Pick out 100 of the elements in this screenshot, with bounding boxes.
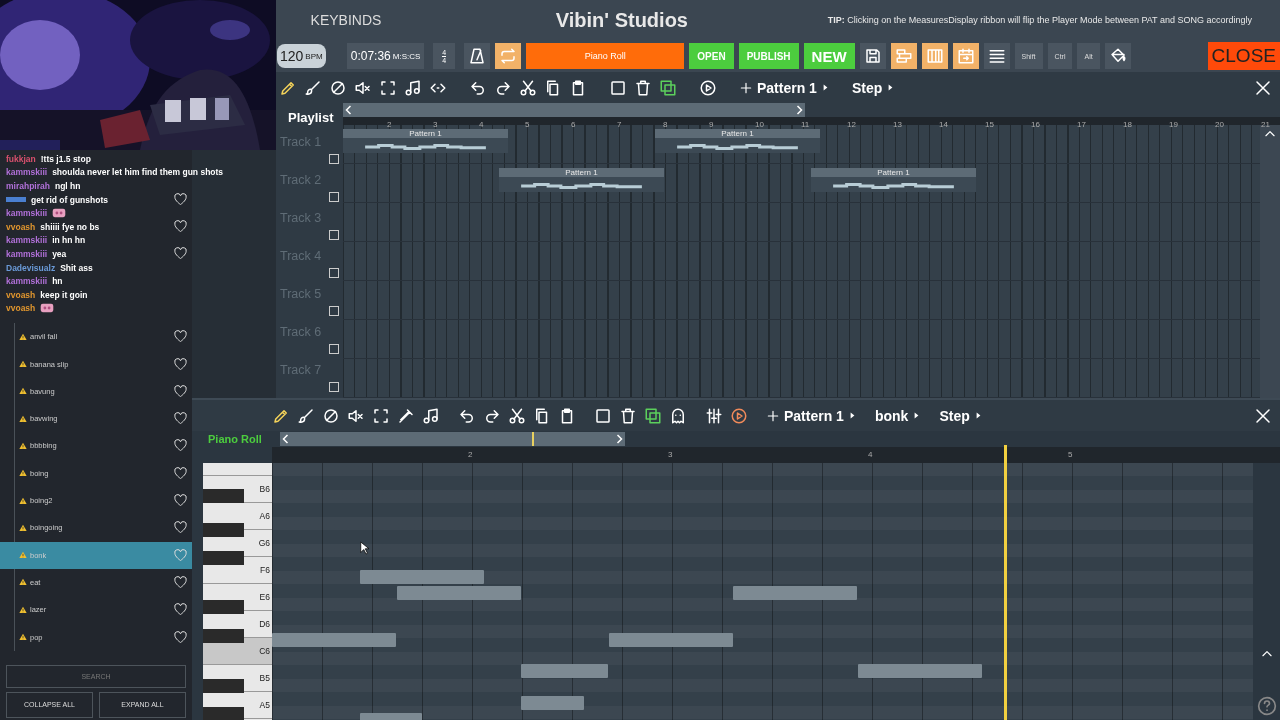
heart-icon[interactable]: [173, 629, 188, 645]
track-checkbox[interactable]: [329, 154, 339, 164]
track-checkbox[interactable]: [329, 192, 339, 202]
bar-number: 7: [617, 120, 622, 129]
trash-icon[interactable]: [619, 406, 637, 425]
heart-icon[interactable]: [173, 383, 188, 399]
track-checkbox[interactable]: [329, 382, 339, 392]
warning-icon: [19, 360, 27, 369]
music-note-icon[interactable]: [422, 406, 440, 425]
track-checkbox[interactable]: [329, 268, 339, 278]
instrument-selector[interactable]: bonk: [874, 407, 922, 424]
piano-key[interactable]: F6: [245, 557, 272, 583]
heart-icon[interactable]: [173, 574, 188, 590]
warning-icon: [19, 605, 27, 614]
bar-number: 19: [1169, 120, 1178, 129]
play-icon[interactable]: [730, 406, 748, 425]
horizontal-scrollbar[interactable]: [280, 432, 625, 446]
metronome-button[interactable]: [464, 43, 491, 69]
bucket-button[interactable]: [1104, 43, 1131, 69]
heart-icon[interactable]: [173, 520, 188, 536]
scissors-icon[interactable]: [508, 406, 526, 425]
chat-username: Dadevisualz: [6, 262, 56, 273]
warning-icon: [19, 332, 27, 341]
bar-number: 13: [893, 120, 902, 129]
close-button[interactable]: CLOSE: [1207, 42, 1280, 70]
chat-message: in hn hn: [52, 235, 86, 246]
bar-number: 14: [939, 120, 948, 129]
selection-icon[interactable]: [372, 406, 390, 425]
brush-icon[interactable]: [297, 406, 315, 425]
play-icon[interactable]: [699, 78, 717, 97]
save-button[interactable]: [859, 43, 886, 69]
chat-username: mirahpirah: [6, 181, 50, 191]
eyedropper-icon[interactable]: [397, 406, 415, 425]
warning-icon: [19, 469, 27, 478]
ghost-icon[interactable]: [669, 406, 687, 425]
chat-username: kammskiii: [6, 248, 48, 259]
bar-number: 2: [387, 120, 392, 129]
bar-number: 11: [801, 120, 810, 129]
heart-icon[interactable]: [173, 356, 188, 372]
mode-selector[interactable]: Step: [851, 79, 896, 96]
pattern-block[interactable]: Pattern 1: [655, 129, 820, 153]
tip-text: TIP: Clicking on the MeasuresDisplay ribbon will flip the Player Mode between PAT and SONG accordingly: [827, 15, 1253, 25]
pattern-selector[interactable]: Pattern 1: [766, 407, 857, 424]
close-icon[interactable]: [1254, 78, 1272, 97]
piano-key[interactable]: B6: [245, 476, 272, 502]
pattern-selector[interactable]: Pattern 1: [739, 79, 830, 96]
pattern-block[interactable]: Pattern 1: [343, 129, 508, 153]
heart-icon[interactable]: [173, 246, 188, 262]
prohibited-icon[interactable]: [329, 78, 347, 97]
track-checkbox[interactable]: [329, 230, 339, 240]
plus-icon: [739, 80, 753, 95]
piano-key[interactable]: G6: [245, 530, 272, 556]
horizontal-scrollbar[interactable]: [343, 103, 805, 117]
trash-icon[interactable]: [634, 78, 652, 97]
warning-icon: [19, 578, 27, 587]
piano-key[interactable]: B5: [245, 665, 272, 691]
pattern-block[interactable]: Pattern 1: [811, 168, 976, 192]
list-button[interactable]: [983, 43, 1010, 69]
heart-icon[interactable]: [173, 411, 188, 427]
square-icon[interactable]: [594, 406, 612, 425]
pattern-block[interactable]: Pattern 1: [499, 168, 664, 192]
tracks-button[interactable]: [890, 43, 917, 69]
piano-key[interactable]: A6: [245, 503, 272, 529]
track-checkbox[interactable]: [329, 306, 339, 316]
pattern-label: Pattern 1: [409, 129, 442, 138]
loop-button[interactable]: [495, 43, 522, 69]
duplicate-icon[interactable]: [659, 78, 677, 97]
heart-icon[interactable]: [173, 329, 188, 345]
square-icon[interactable]: [609, 78, 627, 97]
duplicate-icon[interactable]: [644, 406, 662, 425]
scissors-icon[interactable]: [519, 78, 537, 97]
calendar-button[interactable]: [952, 43, 979, 69]
piano-key[interactable]: A5: [245, 692, 272, 718]
pattern-label: Pattern 1: [721, 129, 754, 138]
piano-key[interactable]: D6: [245, 611, 272, 637]
heart-icon[interactable]: [173, 493, 188, 509]
bar-number: 20: [1215, 120, 1224, 129]
heart-icon[interactable]: [173, 465, 188, 481]
heart-icon[interactable]: [173, 218, 188, 234]
bar-number: 5: [1068, 450, 1073, 459]
close-icon[interactable]: [1254, 406, 1272, 425]
bar-number: 10: [755, 120, 764, 129]
track-checkbox[interactable]: [329, 344, 339, 354]
chat-message: shiiii fye no bs: [40, 221, 100, 232]
heart-icon[interactable]: [173, 438, 188, 454]
sliders-icon[interactable]: [705, 406, 723, 425]
music-note-icon[interactable]: [404, 78, 422, 97]
piano-key[interactable]: E6: [245, 584, 272, 610]
bar-number: 3: [433, 120, 438, 129]
prohibited-icon[interactable]: [322, 406, 340, 425]
heart-icon[interactable]: [173, 191, 188, 207]
selection-icon[interactable]: [379, 78, 397, 97]
heart-icon[interactable]: [173, 602, 188, 618]
piano-button[interactable]: [921, 43, 948, 69]
brush-icon[interactable]: [304, 78, 322, 97]
calendar-icon: [956, 47, 975, 65]
help-icon[interactable]: [1256, 696, 1277, 716]
mode-selector[interactable]: Step: [939, 407, 983, 424]
metronome-icon: [468, 47, 487, 65]
warning-icon: [19, 633, 27, 642]
